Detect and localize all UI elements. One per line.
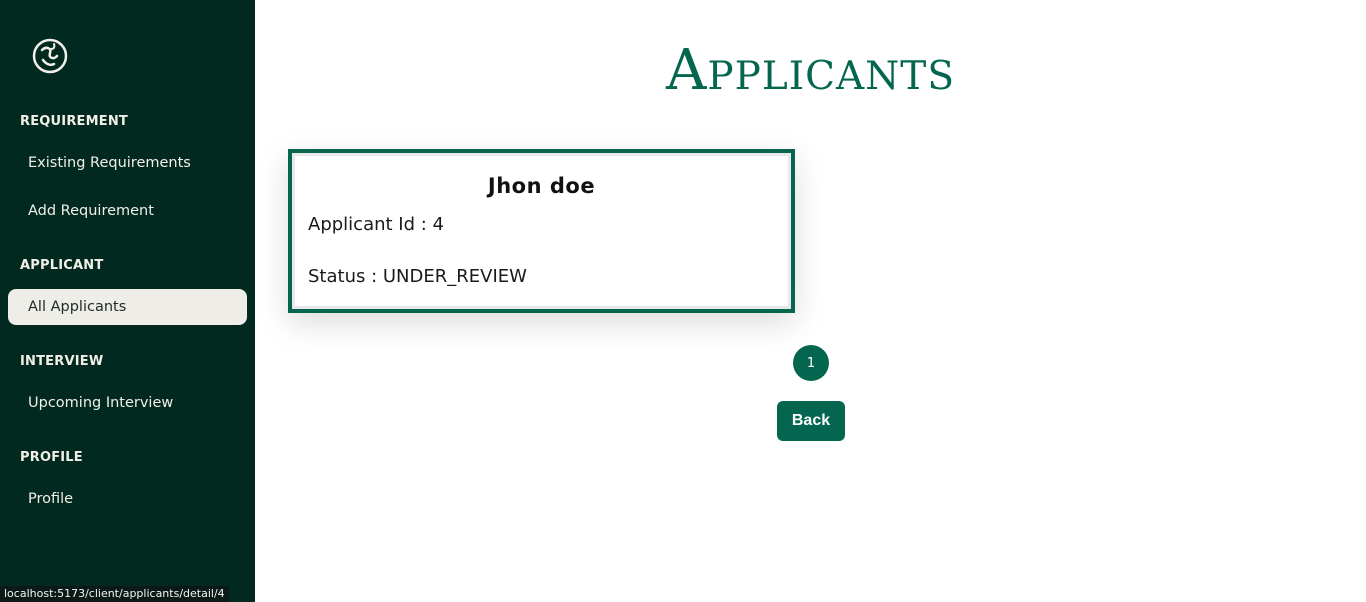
back-button[interactable]: Back <box>777 401 845 441</box>
sidebar-item-existing-requirements[interactable]: Existing Requirements <box>8 145 247 181</box>
page-title: Applicants <box>255 38 1366 103</box>
sidebar-item-upcoming-interview[interactable]: Upcoming Interview <box>8 385 247 421</box>
page-title-text: Applicants <box>665 38 956 103</box>
applicant-name: Jhon doe <box>487 174 596 198</box>
section-heading-applicant: APPLICANT <box>20 258 104 273</box>
section-heading-profile: PROFILE <box>20 450 83 465</box>
sidebar: REQUIREMENT Existing Requirements Add Re… <box>0 0 255 602</box>
sidebar-item-add-requirement[interactable]: Add Requirement <box>8 193 247 229</box>
globe-leaf-logo-icon[interactable] <box>30 36 70 76</box>
link-preview-status-bar: localhost:5173/client/applicants/detail/… <box>0 586 229 602</box>
section-heading-requirement: REQUIREMENT <box>20 114 128 129</box>
applicant-card[interactable]: Jhon doe Applicant Id : 4 Status : UNDER… <box>288 149 795 313</box>
section-heading-interview: INTERVIEW <box>20 354 104 369</box>
sidebar-item-profile[interactable]: Profile <box>8 481 247 517</box>
sidebar-item-all-applicants[interactable]: All Applicants <box>8 289 247 325</box>
pagination-page-button[interactable]: 1 <box>793 345 829 381</box>
applicant-status: Status : UNDER_REVIEW <box>308 266 527 287</box>
applicant-card-body: Jhon doe Applicant Id : 4 Status : UNDER… <box>295 156 788 306</box>
applicant-id: Applicant Id : 4 <box>308 214 444 235</box>
